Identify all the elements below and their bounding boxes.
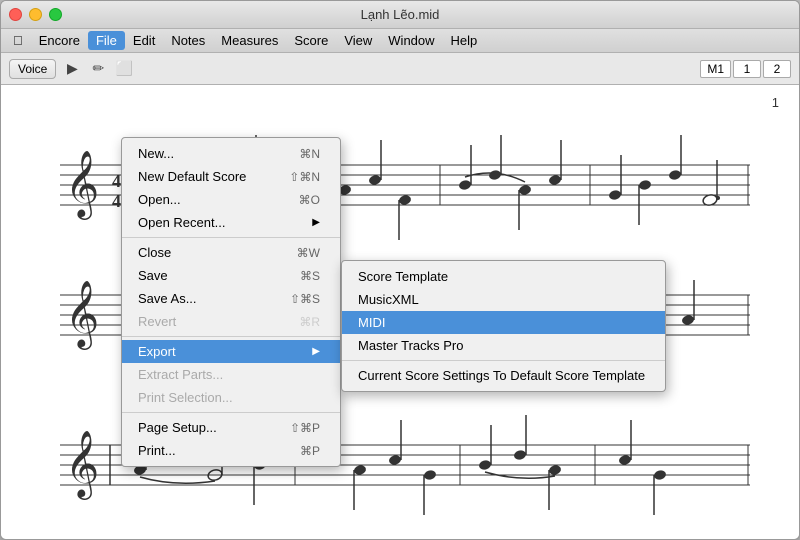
menu-midi[interactable]: MIDI (342, 311, 665, 334)
menu-export-wrapper: Export ▶ Score Template MusicXML MIDI (122, 340, 340, 363)
menu-master-tracks[interactable]: Master Tracks Pro (342, 334, 665, 357)
traffic-lights (9, 8, 62, 21)
maximize-button[interactable] (49, 8, 62, 21)
export-submenu: Score Template MusicXML MIDI Master Trac… (341, 260, 666, 392)
menu-page-setup[interactable]: Page Setup... ⇧⌘P (122, 416, 340, 439)
svg-text:4: 4 (112, 191, 121, 211)
separator-3 (122, 412, 340, 413)
titlebar: Lạnh Lẽo.mid (1, 1, 799, 29)
separator-1 (122, 237, 340, 238)
menu-export[interactable]: Export ▶ (122, 340, 340, 363)
menu-edit[interactable]: Edit (125, 31, 163, 50)
menu-save[interactable]: Save ⌘S (122, 264, 340, 287)
svg-text:𝄞: 𝄞 (65, 151, 99, 220)
menu-view[interactable]: View (336, 31, 380, 50)
window-title: Lạnh Lẽo.mid (361, 7, 440, 22)
menu-new-default[interactable]: New Default Score ⇧⌘N (122, 165, 340, 188)
menu-new[interactable]: New... ⌘N (122, 142, 340, 165)
pencil-tool[interactable]: ✏ (88, 59, 108, 79)
measure-indicator: M1 (700, 60, 731, 78)
menu-score[interactable]: Score (286, 31, 336, 50)
score-content: 1 𝄞 4 4 (1, 85, 799, 539)
separator-2 (122, 336, 340, 337)
menu-open[interactable]: Open... ⌘O (122, 188, 340, 211)
menu-save-as[interactable]: Save As... ⇧⌘S (122, 287, 340, 310)
minimize-button[interactable] (29, 8, 42, 21)
menu-encore[interactable]: Encore (31, 31, 88, 50)
svg-text:𝄞: 𝄞 (65, 281, 99, 350)
voice-dropdown[interactable]: Voice (9, 59, 56, 79)
menu-window[interactable]: Window (380, 31, 442, 50)
menu-print-selection: Print Selection... (122, 386, 340, 409)
menu-notes[interactable]: Notes (163, 31, 213, 50)
menu-apple[interactable]:  (5, 31, 31, 50)
eraser-tool[interactable]: ⬜ (114, 59, 134, 79)
menu-close[interactable]: Close ⌘W (122, 241, 340, 264)
page-prev[interactable]: 1 (733, 60, 761, 78)
menu-open-recent[interactable]: Open Recent... ▶ (122, 211, 340, 234)
main-window: Lạnh Lẽo.mid  Encore File Edit Notes Me… (0, 0, 800, 540)
toolbar: Voice ▶ ✏ ⬜ M1 1 2 (1, 53, 799, 85)
svg-text:4: 4 (112, 171, 121, 191)
menu-print[interactable]: Print... ⌘P (122, 439, 340, 462)
menu-extract-parts: Extract Parts... (122, 363, 340, 386)
menu-file[interactable]: File (88, 31, 125, 50)
menubar:  Encore File Edit Notes Measures Score … (1, 29, 799, 53)
svg-text:𝄞: 𝄞 (65, 431, 99, 500)
page-next[interactable]: 2 (763, 60, 791, 78)
page-number: 1 (772, 95, 779, 110)
menu-score-template[interactable]: Score Template (342, 265, 665, 288)
menu-help[interactable]: Help (443, 31, 486, 50)
file-menu-dropdown: New... ⌘N New Default Score ⇧⌘N Open... … (121, 137, 341, 467)
menu-revert: Revert ⌘R (122, 310, 340, 333)
select-tool[interactable]: ▶ (62, 59, 82, 79)
measure-controls: M1 1 2 (700, 60, 791, 78)
menu-musicxml[interactable]: MusicXML (342, 288, 665, 311)
menu-current-score-settings[interactable]: Current Score Settings To Default Score … (342, 364, 665, 387)
close-button[interactable] (9, 8, 22, 21)
export-separator (342, 360, 665, 361)
menu-measures[interactable]: Measures (213, 31, 286, 50)
